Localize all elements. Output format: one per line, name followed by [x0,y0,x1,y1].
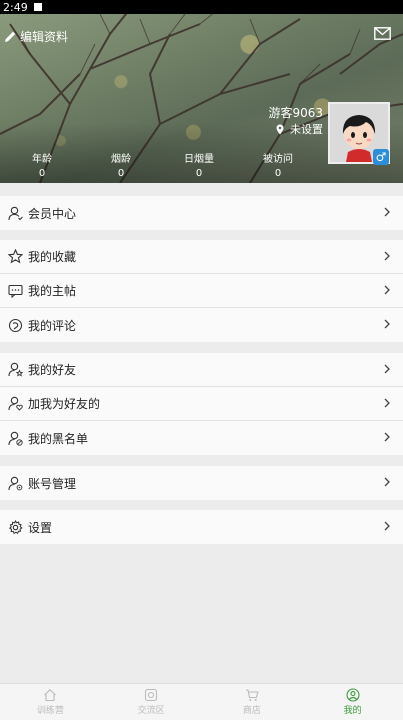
stat-value: 0 [195,168,203,179]
nav-tab-label: 我的 [343,706,362,716]
menu-group-content: 我的收藏 我的主帖 我的评论 [0,240,403,342]
chevron-right-icon [384,319,390,329]
chevron-right-icon [384,398,390,408]
menu-group-account: 账号管理 [0,466,403,500]
nav-tab-training[interactable]: 训练营 [0,684,101,720]
menu-item-favorites[interactable]: 我的收藏 [0,240,403,274]
profile-header: 编辑资料 游客9063 未设置 ♂ 年龄 0 烟龄 0 日烟量 0 被访问 0 [0,14,403,183]
menu-item-label: 加我为好友的 [28,397,101,411]
pencil-icon [5,31,16,42]
comment-bubble-icon [8,318,23,333]
menu-group-member: 会员中心 [0,196,403,230]
stat-value: 0 [274,168,282,179]
menu-item-label: 我的评论 [28,318,77,333]
menu-item-member-center[interactable]: 会员中心 [0,196,403,230]
user-settings-icon [8,476,23,491]
menu-item-posts[interactable]: 我的主帖 [0,274,403,308]
user-star-icon [8,362,23,377]
menu-item-label: 设置 [28,520,53,535]
stat-label: 日烟量 [184,154,214,165]
menu-item-label: 我的收藏 [28,250,77,264]
menu-item-blacklist[interactable]: 我的黑名单 [0,421,403,455]
menu-item-label: 会员中心 [28,206,77,221]
bottom-nav: 训练营 交流区 商店 我的 [0,683,403,720]
stat-visited: 被访问 0 [248,150,308,179]
menu-group-settings: 设置 [0,510,403,544]
chevron-right-icon [384,364,390,374]
stat-value: 0 [117,168,125,179]
menu-item-comments[interactable]: 我的评论 [0,308,403,342]
nav-tab-shop[interactable]: 商店 [202,684,303,720]
profile-stats: 年龄 0 烟龄 0 日烟量 0 被访问 0 [0,150,330,180]
gear-icon [8,519,23,535]
stat-age: 年龄 0 [12,150,72,179]
edit-profile-label: 编辑资料 [20,30,69,44]
profile-icon [346,688,360,702]
gender-male-icon: ♂ [373,149,389,165]
edit-profile-button[interactable]: 编辑资料 [4,28,68,45]
menu-item-label: 我的好友 [28,363,77,377]
user-location: 未设置 [276,121,323,137]
chevron-right-icon [384,521,390,531]
status-time: 2:49 [3,0,28,14]
nav-tab-mine[interactable]: 我的 [302,684,403,720]
chevron-right-icon [384,477,390,487]
stat-smoking-years: 烟龄 0 [91,150,151,179]
status-bar: 2:49 [0,0,403,14]
message-box-icon [8,283,23,298]
mail-icon[interactable] [374,27,391,40]
menu-item-added-me[interactable]: 加我为好友的 [0,387,403,421]
stat-daily-amount: 日烟量 0 [169,150,229,179]
menu-group-friends: 我的好友 加我为好友的 我的黑名单 [0,353,403,455]
sim-icon [33,3,42,11]
stat-label: 烟龄 [111,154,131,165]
menu-item-settings[interactable]: 设置 [0,510,403,544]
chevron-right-icon [384,251,390,261]
stat-label: 被访问 [263,154,293,165]
star-icon [8,249,23,264]
stat-label: 年龄 [32,154,52,165]
nav-tab-label: 交流区 [137,706,165,716]
menu-item-label: 我的主帖 [28,284,77,298]
chevron-right-icon [384,207,390,217]
chevron-right-icon [384,285,390,295]
nav-tab-label: 商店 [242,706,261,716]
menu-item-account[interactable]: 账号管理 [0,466,403,500]
menu-item-label: 账号管理 [28,476,77,491]
chat-box-icon [145,688,158,702]
location-pin-icon [276,124,284,134]
cart-icon [245,689,259,701]
chevron-right-icon [384,432,390,442]
nav-tab-label: 训练营 [36,706,64,716]
location-text: 未设置 [290,123,323,136]
stat-value: 0 [38,168,46,179]
home-icon [44,689,57,702]
username: 游客9063 [268,106,323,120]
member-user-icon [8,206,23,221]
user-heart-icon [8,396,23,411]
menu-item-label: 我的黑名单 [28,431,89,446]
nav-tab-community[interactable]: 交流区 [101,684,202,720]
user-block-icon [8,431,23,446]
menu-item-friends[interactable]: 我的好友 [0,353,403,387]
